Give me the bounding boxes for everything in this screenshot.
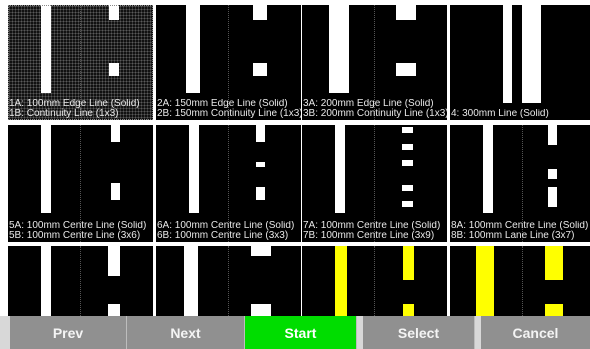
solid-line-mark (186, 5, 200, 93)
marking-tile-6[interactable]: 6A: 100mm Centre Line (Solid) 6B: 100mm C… (156, 125, 301, 242)
marking-tile-9[interactable] (8, 246, 153, 316)
dash-mark (108, 246, 120, 276)
solid-line-mark (483, 125, 493, 213)
solid-line-mark (41, 125, 51, 213)
dash-mark (109, 5, 119, 20)
button-bar: Prev Next Start Select Cancel (0, 316, 590, 349)
centre-divider (80, 246, 81, 316)
yellow-dash-mark (545, 304, 563, 316)
solid-line-mark (41, 246, 51, 316)
solid-line-mark (503, 5, 512, 103)
dash-mark (108, 304, 120, 316)
solid-line-mark (335, 125, 345, 213)
marking-selection-screen: 1A: 100mm Edge Line (Solid) 1B: Continuit… (0, 0, 590, 349)
dash-mark (251, 304, 271, 316)
dash-mark (402, 201, 413, 207)
marking-tile-5[interactable]: 5A: 100mm Centre Line (Solid) 5B: 100mm C… (8, 125, 153, 242)
tile-caption: 6A: 100mm Centre Line (Solid) 6B: 100mm C… (157, 221, 295, 241)
dash-mark (548, 169, 557, 179)
marking-tile-3[interactable]: 3A: 200mm Edge Line (Solid) 3B: 200mm Con… (302, 5, 447, 120)
yellow-solid-line-mark (335, 246, 347, 316)
marking-tile-2[interactable]: 2A: 150mm Edge Line (Solid) 2B: 150mm Con… (156, 5, 301, 120)
tile-caption: 8A: 100mm Centre Line (Solid) 8B: 100mm L… (451, 221, 589, 241)
tile-caption: 1A: 100mm Edge Line (Solid) 1B: Continuit… (9, 99, 140, 119)
dash-mark (402, 160, 413, 166)
dash-mark (111, 125, 120, 142)
dash-mark (253, 5, 267, 20)
marking-tile-11[interactable] (302, 246, 447, 316)
cancel-button[interactable]: Cancel (481, 316, 590, 349)
dash-mark (402, 127, 413, 133)
tile-caption: 4: 300mm Line (Solid) (451, 109, 549, 119)
tile-caption: 5A: 100mm Centre Line (Solid) 5B: 100mm C… (9, 221, 147, 241)
start-button[interactable]: Start (245, 316, 357, 349)
solid-line-mark (522, 5, 541, 103)
yellow-dash-mark (403, 304, 414, 316)
tile-caption: 7A: 100mm Centre Line (Solid) 7B: 100mm C… (303, 221, 441, 241)
marking-tile-12[interactable] (450, 246, 590, 316)
dash-mark (256, 187, 265, 200)
select-button[interactable]: Select (363, 316, 475, 349)
tile-caption: 2A: 150mm Edge Line (Solid) 2B: 150mm Con… (157, 99, 301, 119)
prev-button[interactable]: Prev (10, 316, 127, 349)
dash-mark (251, 246, 271, 256)
dash-mark (548, 187, 557, 207)
dash-mark (111, 183, 120, 200)
dash-mark (256, 125, 265, 142)
marking-tile-4[interactable]: 4: 300mm Line (Solid) (450, 5, 590, 120)
solid-line-mark (189, 125, 199, 213)
dash-mark (396, 63, 416, 76)
solid-line-mark (41, 5, 51, 93)
marking-tile-7[interactable]: 7A: 100mm Centre Line (Solid) 7B: 100mm C… (302, 125, 447, 242)
marking-tile-10[interactable] (156, 246, 301, 316)
dash-mark (402, 185, 413, 191)
dash-mark (256, 162, 265, 167)
centre-divider (228, 246, 229, 316)
centre-divider (522, 246, 523, 316)
solid-line-mark (184, 246, 198, 316)
marking-tile-8[interactable]: 8A: 100mm Centre Line (Solid) 8B: 100mm L… (450, 125, 590, 242)
yellow-dash-mark (545, 246, 563, 280)
tile-caption: 3A: 200mm Edge Line (Solid) 3B: 200mm Con… (303, 99, 447, 119)
next-button[interactable]: Next (127, 316, 245, 349)
solid-line-mark (329, 5, 349, 93)
marking-tile-1[interactable]: 1A: 100mm Edge Line (Solid) 1B: Continuit… (8, 5, 153, 120)
yellow-solid-line-mark (476, 246, 494, 316)
centre-divider (374, 246, 375, 316)
yellow-dash-mark (403, 246, 414, 280)
dash-mark (548, 125, 557, 145)
dash-mark (396, 5, 416, 20)
dash-mark (402, 144, 413, 150)
dash-mark (253, 63, 267, 76)
dash-mark (109, 63, 119, 76)
